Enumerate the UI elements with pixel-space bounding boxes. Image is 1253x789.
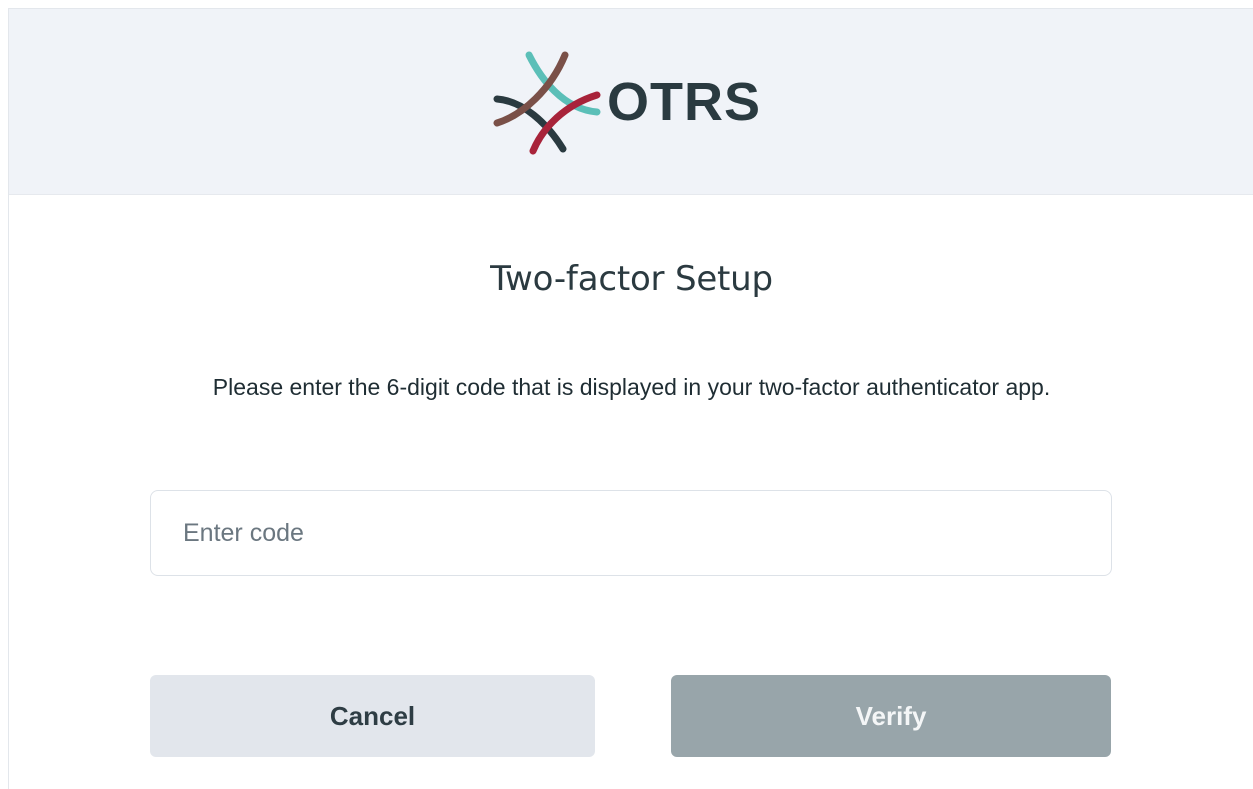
page-title: Two-factor Setup — [490, 259, 773, 299]
logo-text: OTRS — [607, 72, 762, 132]
cancel-button[interactable]: Cancel — [150, 675, 595, 757]
code-input[interactable] — [150, 490, 1112, 576]
instructions-text: Please enter the 6-digit code that is di… — [212, 374, 1051, 400]
verify-button[interactable]: Verify — [671, 675, 1111, 757]
header: OTRS — [9, 9, 1253, 195]
two-factor-setup-page: OTRS Two-factor Setup Please enter the 6… — [8, 8, 1253, 789]
otrs-star-icon — [493, 51, 601, 155]
otrs-logo: OTRS — [493, 49, 761, 155]
